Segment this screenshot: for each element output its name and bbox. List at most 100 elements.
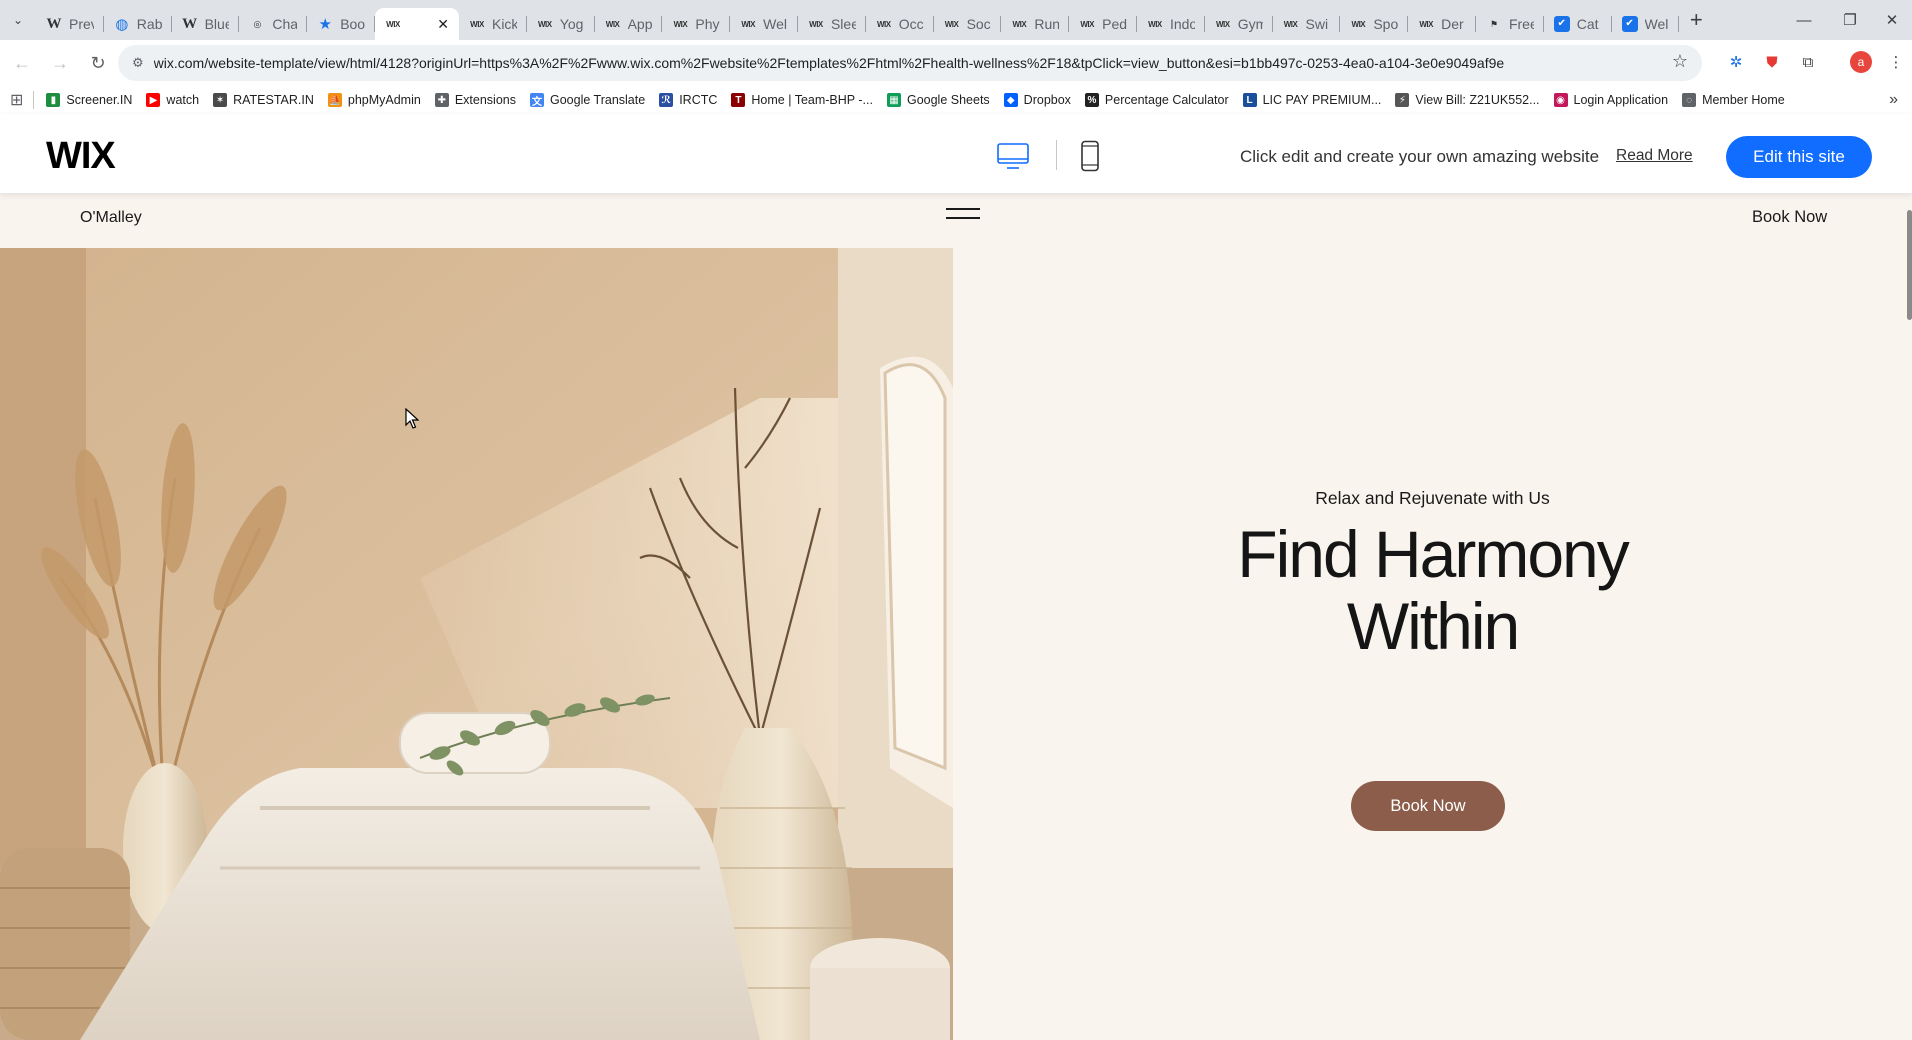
wix-favicon-icon: WIX	[470, 19, 484, 29]
wix-preview-bar: WIX Click edit and create your own amazi…	[0, 114, 1912, 194]
tab-title: Der	[1441, 16, 1464, 32]
browser-tab[interactable]: WIX Occ	[866, 8, 934, 40]
bookmark-item[interactable]: L LIC PAY PREMIUM...	[1242, 93, 1382, 107]
browser-tab[interactable]: WIX Phy	[662, 8, 730, 40]
bookmark-item[interactable]: ◉ Login Application	[1553, 93, 1668, 107]
browser-tab[interactable]: WIX App	[595, 8, 663, 40]
bookmark-item[interactable]: ▶ watch	[146, 93, 199, 107]
tab-title: Cat	[1576, 16, 1599, 32]
tab-title: Ped	[1102, 16, 1127, 32]
extensions-puzzle-icon[interactable]: ⧉	[1796, 50, 1820, 74]
browser-tab[interactable]: WIX Run	[1001, 8, 1069, 40]
url-text[interactable]: wix.com/website-template/view/html/4128?…	[154, 55, 1505, 71]
address-bar[interactable]: ⚙ wix.com/website-template/view/html/412…	[118, 45, 1702, 81]
hamburger-menu-icon[interactable]	[946, 208, 980, 222]
browser-tab[interactable]: WIX Wel	[730, 8, 798, 40]
bookmark-item[interactable]: T Home | Team-BHP -...	[731, 93, 873, 107]
bookmark-item[interactable]: ⛵ phpMyAdmin	[327, 93, 421, 107]
site-info-icon[interactable]: ⚙	[132, 55, 144, 71]
browser-tab[interactable]: ◎ Chat	[239, 8, 307, 40]
profile-initial: a	[1850, 51, 1872, 73]
bookmark-item[interactable]: ℛ IRCTC	[659, 93, 717, 107]
hero-headline-line-1: Find Harmony	[1237, 517, 1629, 591]
flag-favicon-icon: ⚑	[1489, 18, 1498, 29]
extension-icon[interactable]: ✲	[1724, 50, 1748, 74]
view-toggle-divider	[1056, 140, 1057, 170]
teambhp-icon: T	[731, 93, 746, 107]
more-bookmarks-icon[interactable]: »	[1889, 91, 1898, 109]
read-more-link[interactable]: Read More	[1616, 147, 1693, 165]
browser-tab[interactable]: ◍ Rab	[104, 8, 172, 40]
bookmark-label: LIC PAY PREMIUM...	[1262, 93, 1382, 107]
bookmark-item[interactable]: ▮ Screener.IN	[46, 93, 132, 107]
new-tab-button[interactable]: +	[1679, 0, 1713, 40]
hero-book-now-button[interactable]: Book Now	[1351, 781, 1505, 831]
wix-favicon-icon: WIX	[1215, 19, 1230, 29]
wix-logo[interactable]: WIX	[46, 135, 116, 178]
desktop-view-icon[interactable]	[996, 142, 1030, 170]
wix-favicon-icon: WIX	[605, 19, 620, 29]
browser-tab[interactable]: ⚑ Free	[1476, 8, 1544, 40]
browser-tab[interactable]: WIX Slee	[798, 8, 866, 40]
browser-tab[interactable]: WIX Spo	[1340, 8, 1408, 40]
browser-tab[interactable]: WIX Indo	[1137, 8, 1205, 40]
forward-icon[interactable]: →	[44, 47, 76, 79]
browser-tab[interactable]: ✔ Cat	[1544, 8, 1612, 40]
browser-tab[interactable]: WIX Ped	[1069, 8, 1137, 40]
tab-title: Indo	[1169, 16, 1195, 32]
browser-tab[interactable]: WIX Swi	[1273, 8, 1341, 40]
back-icon[interactable]: ←	[6, 47, 38, 79]
browser-tab[interactable]: W Blue	[172, 8, 240, 40]
browser-tab[interactable]: WIX Yog	[527, 8, 595, 40]
bookmark-item[interactable]: 文 Google Translate	[529, 93, 645, 108]
wix-favicon-icon: WIX	[1148, 19, 1162, 29]
browser-tab[interactable]: WIX Der	[1408, 8, 1476, 40]
bookmark-item[interactable]: % Percentage Calculator	[1084, 93, 1229, 107]
bookmark-item[interactable]: ◆ Dropbox	[1003, 93, 1071, 107]
tab-title: Wel	[763, 16, 788, 32]
restore-icon[interactable]: ❐	[1826, 0, 1874, 40]
tab-search-icon[interactable]: ⌄	[0, 0, 36, 40]
browser-tab[interactable]: WIX Gym	[1205, 8, 1273, 40]
header-book-now-link[interactable]: Book Now	[1752, 208, 1827, 227]
bookmark-item[interactable]: ✶ RATESTAR.IN	[213, 93, 314, 107]
browser-tab[interactable]: WIX Soc	[934, 8, 1002, 40]
tab-title: Yog	[559, 16, 584, 32]
browser-tab[interactable]: ★ Boo	[307, 8, 375, 40]
profile-avatar[interactable]: a	[1849, 50, 1873, 74]
bookmark-item[interactable]: ▦ Google Sheets	[886, 93, 990, 107]
tab-title: Rab	[136, 16, 162, 32]
page-scrollbar[interactable]	[1906, 194, 1912, 1040]
edit-this-site-button[interactable]: Edit this site	[1726, 136, 1872, 178]
browser-tab[interactable]: ✔ Wel	[1612, 8, 1680, 40]
wix-favicon-icon: WIX	[1283, 19, 1298, 29]
star-favicon-icon: ★	[318, 16, 332, 33]
close-window-icon[interactable]: ✕	[1868, 0, 1912, 40]
bookmark-star-icon[interactable]: ☆	[1672, 51, 1688, 72]
wix-favicon-icon: WIX	[944, 19, 959, 29]
minimize-icon[interactable]: —	[1780, 0, 1828, 40]
hero-spa-image	[0, 248, 953, 1040]
tab-title: Gym	[1237, 16, 1263, 32]
browser-tab[interactable]: WIX Kick	[459, 8, 527, 40]
site-brand-name[interactable]: O'Malley	[80, 209, 142, 227]
bookmark-item[interactable]: ✚ Extensions	[434, 93, 516, 107]
bar-chart-icon: ▮	[46, 93, 61, 107]
tab-close-icon[interactable]: ✕	[437, 16, 449, 33]
browser-tab[interactable]: W Prev	[36, 8, 104, 40]
bookmark-item[interactable]: ⚡ View Bill: Z21UK552...	[1395, 93, 1540, 107]
reload-icon[interactable]: ↻	[82, 47, 114, 79]
brave-shield-icon[interactable]: ⛊	[1760, 50, 1784, 74]
mouse-cursor-icon	[405, 408, 419, 429]
apps-grid-icon[interactable]: ⊞	[10, 90, 23, 110]
bookmark-item[interactable]: ◌ Member Home	[1682, 93, 1785, 107]
sheets-icon: ▦	[886, 93, 901, 107]
lic-icon: L	[1242, 93, 1257, 107]
bill-icon: ⚡	[1395, 93, 1410, 107]
browser-tab[interactable]: WIX ✕	[374, 8, 459, 40]
scrollbar-thumb[interactable]	[1907, 210, 1912, 320]
browser-menu-icon[interactable]: ⋮	[1884, 50, 1908, 74]
wix-favicon-icon: WIX	[386, 19, 400, 29]
mobile-view-icon[interactable]	[1080, 140, 1100, 172]
tab-title: Phy	[695, 16, 720, 32]
